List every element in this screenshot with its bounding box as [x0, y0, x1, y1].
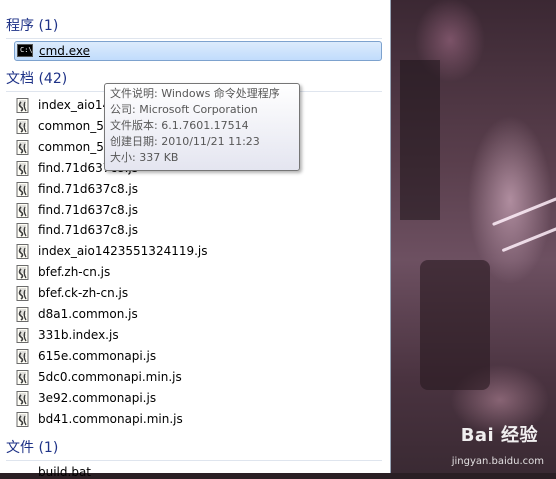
- result-label: find.71d637c8.js: [38, 182, 139, 196]
- result-label: d8a1.common.js: [38, 307, 138, 321]
- result-label: common_5c: [38, 140, 111, 154]
- section-divider: [6, 460, 382, 461]
- file-item-partial[interactable]: build.bat: [16, 464, 136, 479]
- files-header-label: 文件 (1): [6, 440, 59, 456]
- wallpaper-light-beam: [491, 196, 556, 227]
- result-label: 331b.index.js: [38, 328, 119, 342]
- result-label: index_aio14: [38, 98, 111, 112]
- document-result-row[interactable]: bfef.zh-cn.js: [16, 262, 376, 282]
- wallpaper-light-beam: [501, 226, 556, 253]
- document-result-row[interactable]: 331b.index.js: [16, 325, 376, 345]
- document-result-row[interactable]: d8a1.common.js: [16, 304, 376, 324]
- result-label: 5dc0.commonapi.min.js: [38, 370, 182, 384]
- documents-header-label: 文档 (42): [6, 71, 68, 87]
- wallpaper-shape: [400, 60, 440, 220]
- result-label: index_aio1423551324119.js: [38, 244, 208, 258]
- tooltip-size: 大小: 337 KB: [110, 151, 179, 164]
- document-result-row[interactable]: index_aio1423551324119.js: [16, 241, 376, 261]
- tooltip-created: 创建日期: 2010/11/21 11:23: [110, 135, 260, 148]
- start-menu-search-results: 程序 (1) C:\ cmd.exe 文档 (42) index_aio14co…: [0, 0, 391, 479]
- tooltip-company: 公司: Microsoft Corporation: [110, 103, 258, 116]
- result-label: bfef.ck-zh-cn.js: [38, 286, 129, 300]
- document-result-row[interactable]: 5dc0.commonapi.min.js: [16, 367, 376, 387]
- result-label: build.bat: [38, 465, 91, 479]
- baidu-watermark-logo: Bai 经验: [460, 425, 538, 446]
- result-cmd-exe[interactable]: C:\ cmd.exe: [14, 41, 382, 61]
- baidu-watermark-url: jingyan.baidu.com: [451, 456, 544, 467]
- document-result-row[interactable]: find.71d637c8.js: [16, 179, 376, 199]
- result-label: find.71d637c8.js: [38, 203, 139, 217]
- document-result-row[interactable]: find.71d637c8.js: [16, 220, 376, 240]
- file-info-tooltip: 文件说明: Windows 命令处理程序 公司: Microsoft Corpo…: [104, 83, 300, 171]
- section-divider: [6, 38, 382, 39]
- result-label: bfef.zh-cn.js: [38, 265, 111, 279]
- document-result-row[interactable]: find.71d637c8.js: [16, 200, 376, 220]
- files-section-header[interactable]: 文件 (1): [6, 439, 382, 461]
- result-label: 3e92.commonapi.js: [38, 391, 157, 405]
- tooltip-version: 文件版本: 6.1.7601.17514: [110, 119, 249, 132]
- document-result-row[interactable]: 615e.commonapi.js: [16, 346, 376, 366]
- programs-header-label: 程序 (1): [6, 18, 59, 34]
- result-label: bd41.commonapi.min.js: [38, 412, 183, 426]
- result-label: common_5c: [38, 119, 111, 133]
- desktop-wallpaper: Bai 经验 jingyan.baidu.com: [390, 0, 556, 473]
- document-result-row[interactable]: 3e92.commonapi.js: [16, 388, 376, 408]
- document-result-row[interactable]: bd41.commonapi.min.js: [16, 409, 376, 429]
- result-label: cmd.exe: [39, 44, 91, 58]
- cmd-icon: C:\: [17, 44, 33, 57]
- document-result-row[interactable]: bfef.ck-zh-cn.js: [16, 283, 376, 303]
- wallpaper-shape: [420, 260, 490, 390]
- tooltip-description: 文件说明: Windows 命令处理程序: [110, 87, 280, 100]
- programs-section-header[interactable]: 程序 (1): [6, 17, 382, 39]
- result-label: 615e.commonapi.js: [38, 349, 157, 363]
- result-label: find.71d637c8.js: [38, 223, 139, 237]
